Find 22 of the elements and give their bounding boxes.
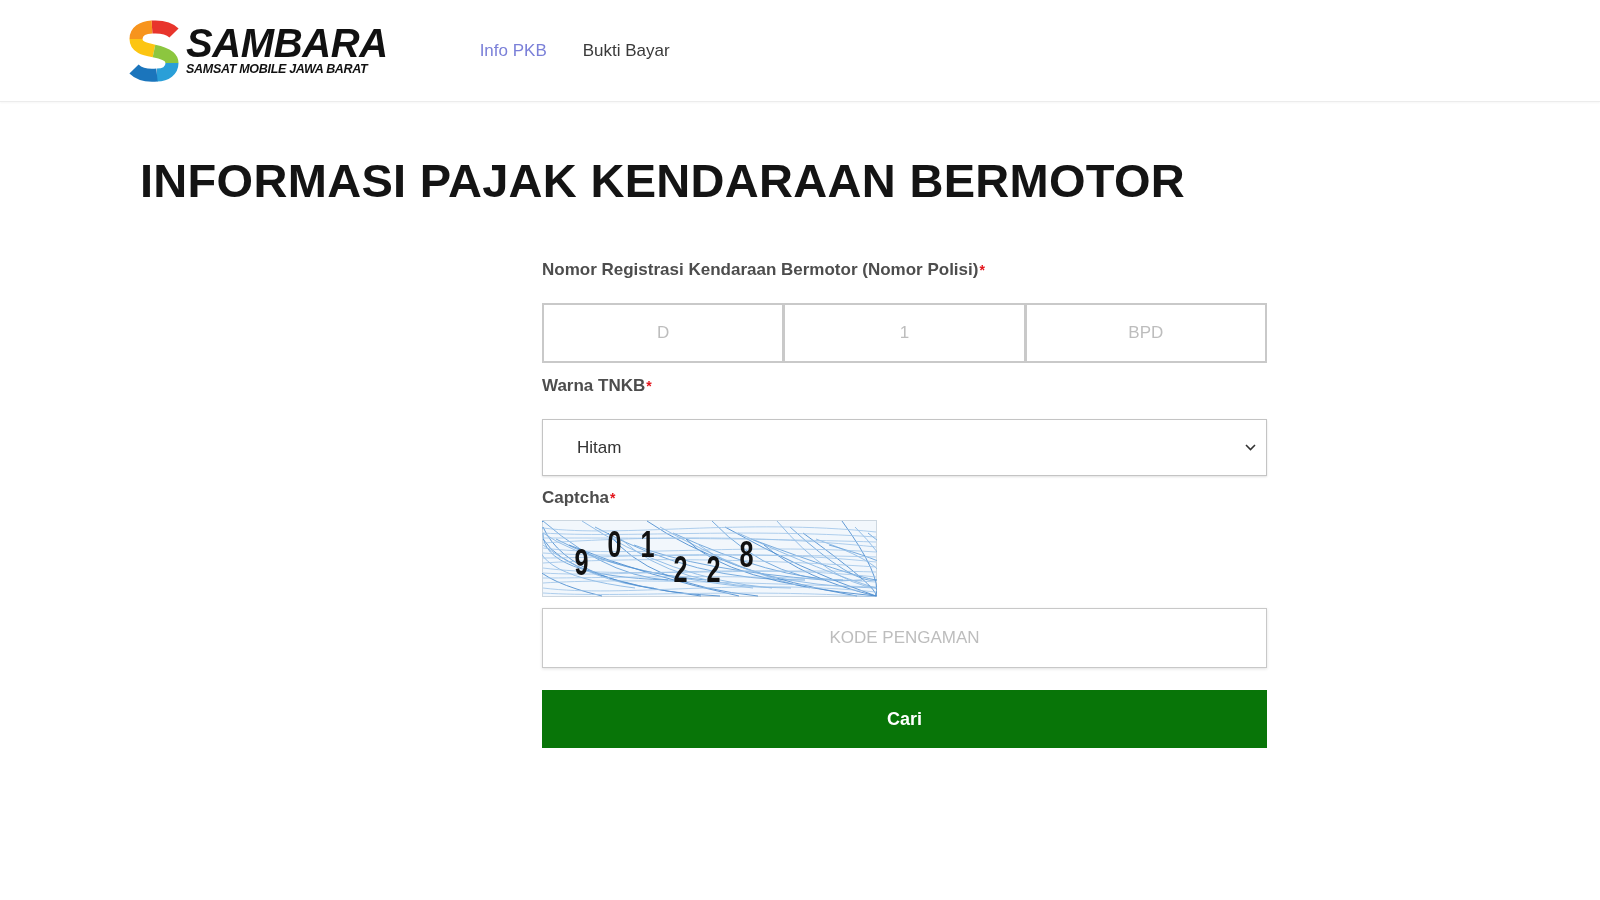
captcha-character: 2	[672, 555, 689, 585]
input-field[interactable]: D	[542, 303, 785, 363]
search-button[interactable]: Cari	[542, 690, 1267, 748]
brand-name: SAMBARA	[186, 25, 388, 61]
nav-link[interactable]: Bukti Bayar	[582, 40, 670, 61]
nav-link[interactable]: Info PKB	[479, 40, 547, 61]
field-label: Warna TNKB*	[542, 376, 652, 395]
select-field[interactable]: Hitam	[542, 419, 1267, 476]
captcha-character: 1	[639, 530, 656, 560]
chevron-down-icon	[1245, 444, 1256, 451]
captcha-character: 0	[606, 530, 623, 560]
page-title: INFORMASI PAJAK KENDARAAN BERMOTOR	[140, 153, 1186, 209]
captcha-character: 2	[705, 555, 722, 585]
captcha-character: 8	[738, 540, 755, 570]
field-label: Nomor Registrasi Kendaraan Bermotor (Nomor Polisi)*	[542, 260, 985, 279]
brand-tagline: SAMSAT MOBILE JAWA BARAT	[186, 62, 368, 76]
input-field[interactable]: 1	[783, 303, 1026, 363]
field-label: Captcha*	[542, 488, 616, 507]
input-field[interactable]: BPD	[1024, 303, 1267, 363]
input-field[interactable]: KODE PENGAMAN	[542, 608, 1267, 668]
captcha-character: 9	[573, 548, 590, 578]
logo-icon	[128, 19, 180, 82]
